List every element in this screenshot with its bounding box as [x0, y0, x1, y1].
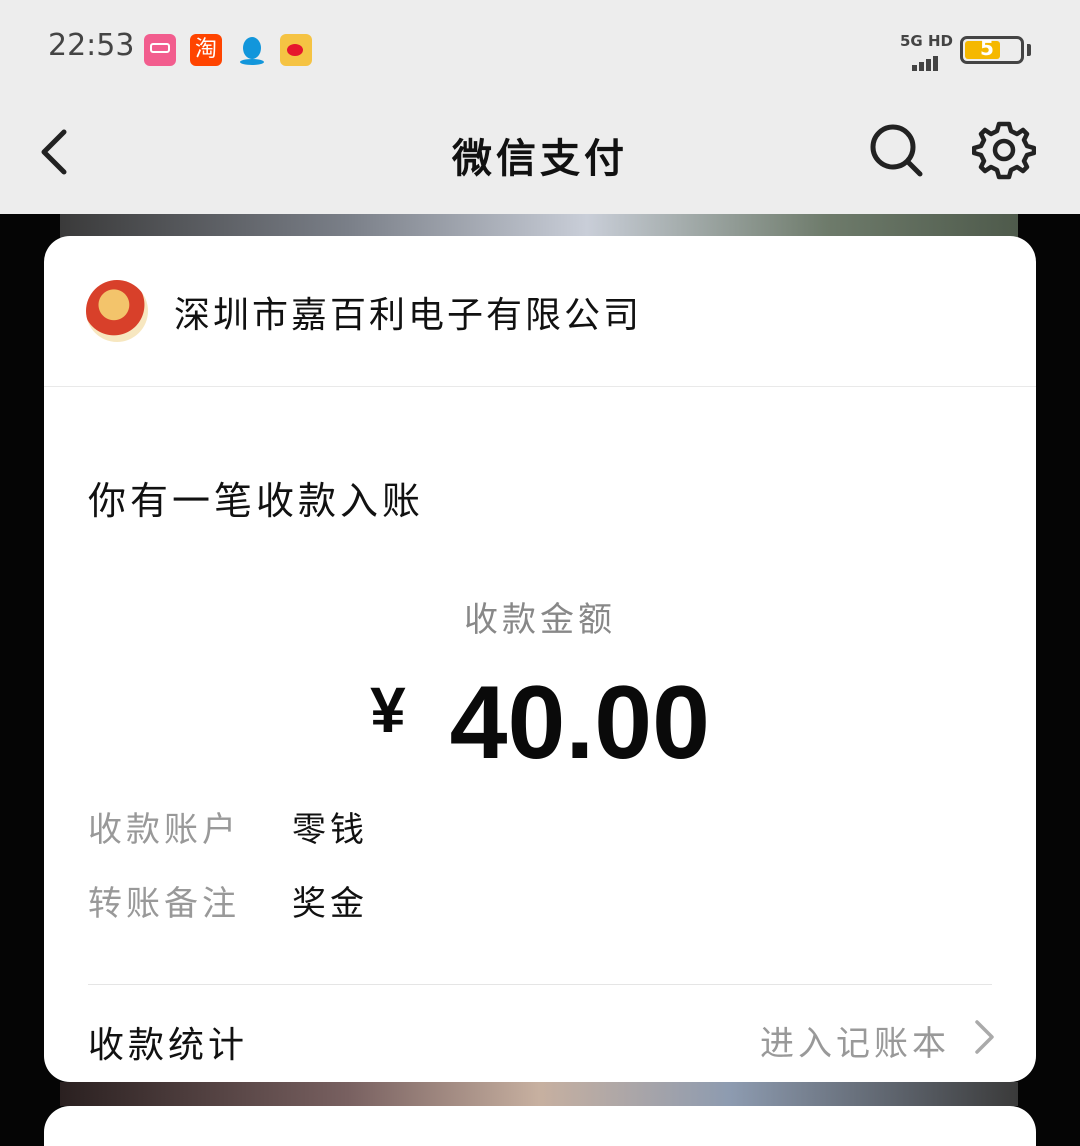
network-indicator: 5G HD [900, 32, 953, 50]
amount-value: ¥40.00 [44, 664, 1036, 783]
bilibili-icon [144, 34, 176, 66]
account-label: 收款账户 [88, 810, 240, 850]
ledger-link[interactable]: 进入记账本 [760, 1016, 950, 1065]
status-bar: 22:53 淘 5G HD 5 [0, 0, 1080, 100]
account-value: 零钱 [292, 810, 368, 850]
merchant-header[interactable]: 深圳市嘉百利电子有限公司 [44, 236, 1036, 387]
remark-row: 转账备注 奖金 [88, 876, 368, 925]
search-icon[interactable] [866, 120, 926, 180]
taobao-icon: 淘 [190, 34, 222, 66]
merchant-avatar [86, 280, 148, 342]
background-video-strip-bottom [60, 1082, 1018, 1106]
battery-level: 5 [980, 36, 994, 60]
next-card [44, 1106, 1036, 1146]
stats-label[interactable]: 收款统计 [88, 1016, 248, 1068]
receipt-headline: 你有一笔收款入账 [88, 479, 425, 523]
payment-card: 深圳市嘉百利电子有限公司 你有一笔收款入账 收款金额 ¥40.00 收款账户 零钱… [44, 236, 1036, 1082]
status-time: 22:53 [48, 28, 135, 63]
remark-value: 奖金 [292, 884, 368, 924]
amount-label: 收款金额 [464, 600, 616, 640]
nav-bar: 微信支付 [0, 100, 1080, 214]
signal-icon [912, 52, 940, 71]
qq-icon [240, 37, 264, 65]
weibo-icon [280, 34, 312, 66]
merchant-name: 深圳市嘉百利电子有限公司 [174, 295, 643, 336]
chevron-right-icon[interactable] [972, 1016, 998, 1058]
currency-symbol: ¥ [370, 674, 406, 746]
account-row: 收款账户 零钱 [88, 802, 368, 851]
remark-label: 转账备注 [88, 884, 240, 924]
amount-number: 40.00 [449, 665, 710, 781]
divider [88, 984, 992, 985]
gear-icon[interactable] [972, 118, 1036, 182]
